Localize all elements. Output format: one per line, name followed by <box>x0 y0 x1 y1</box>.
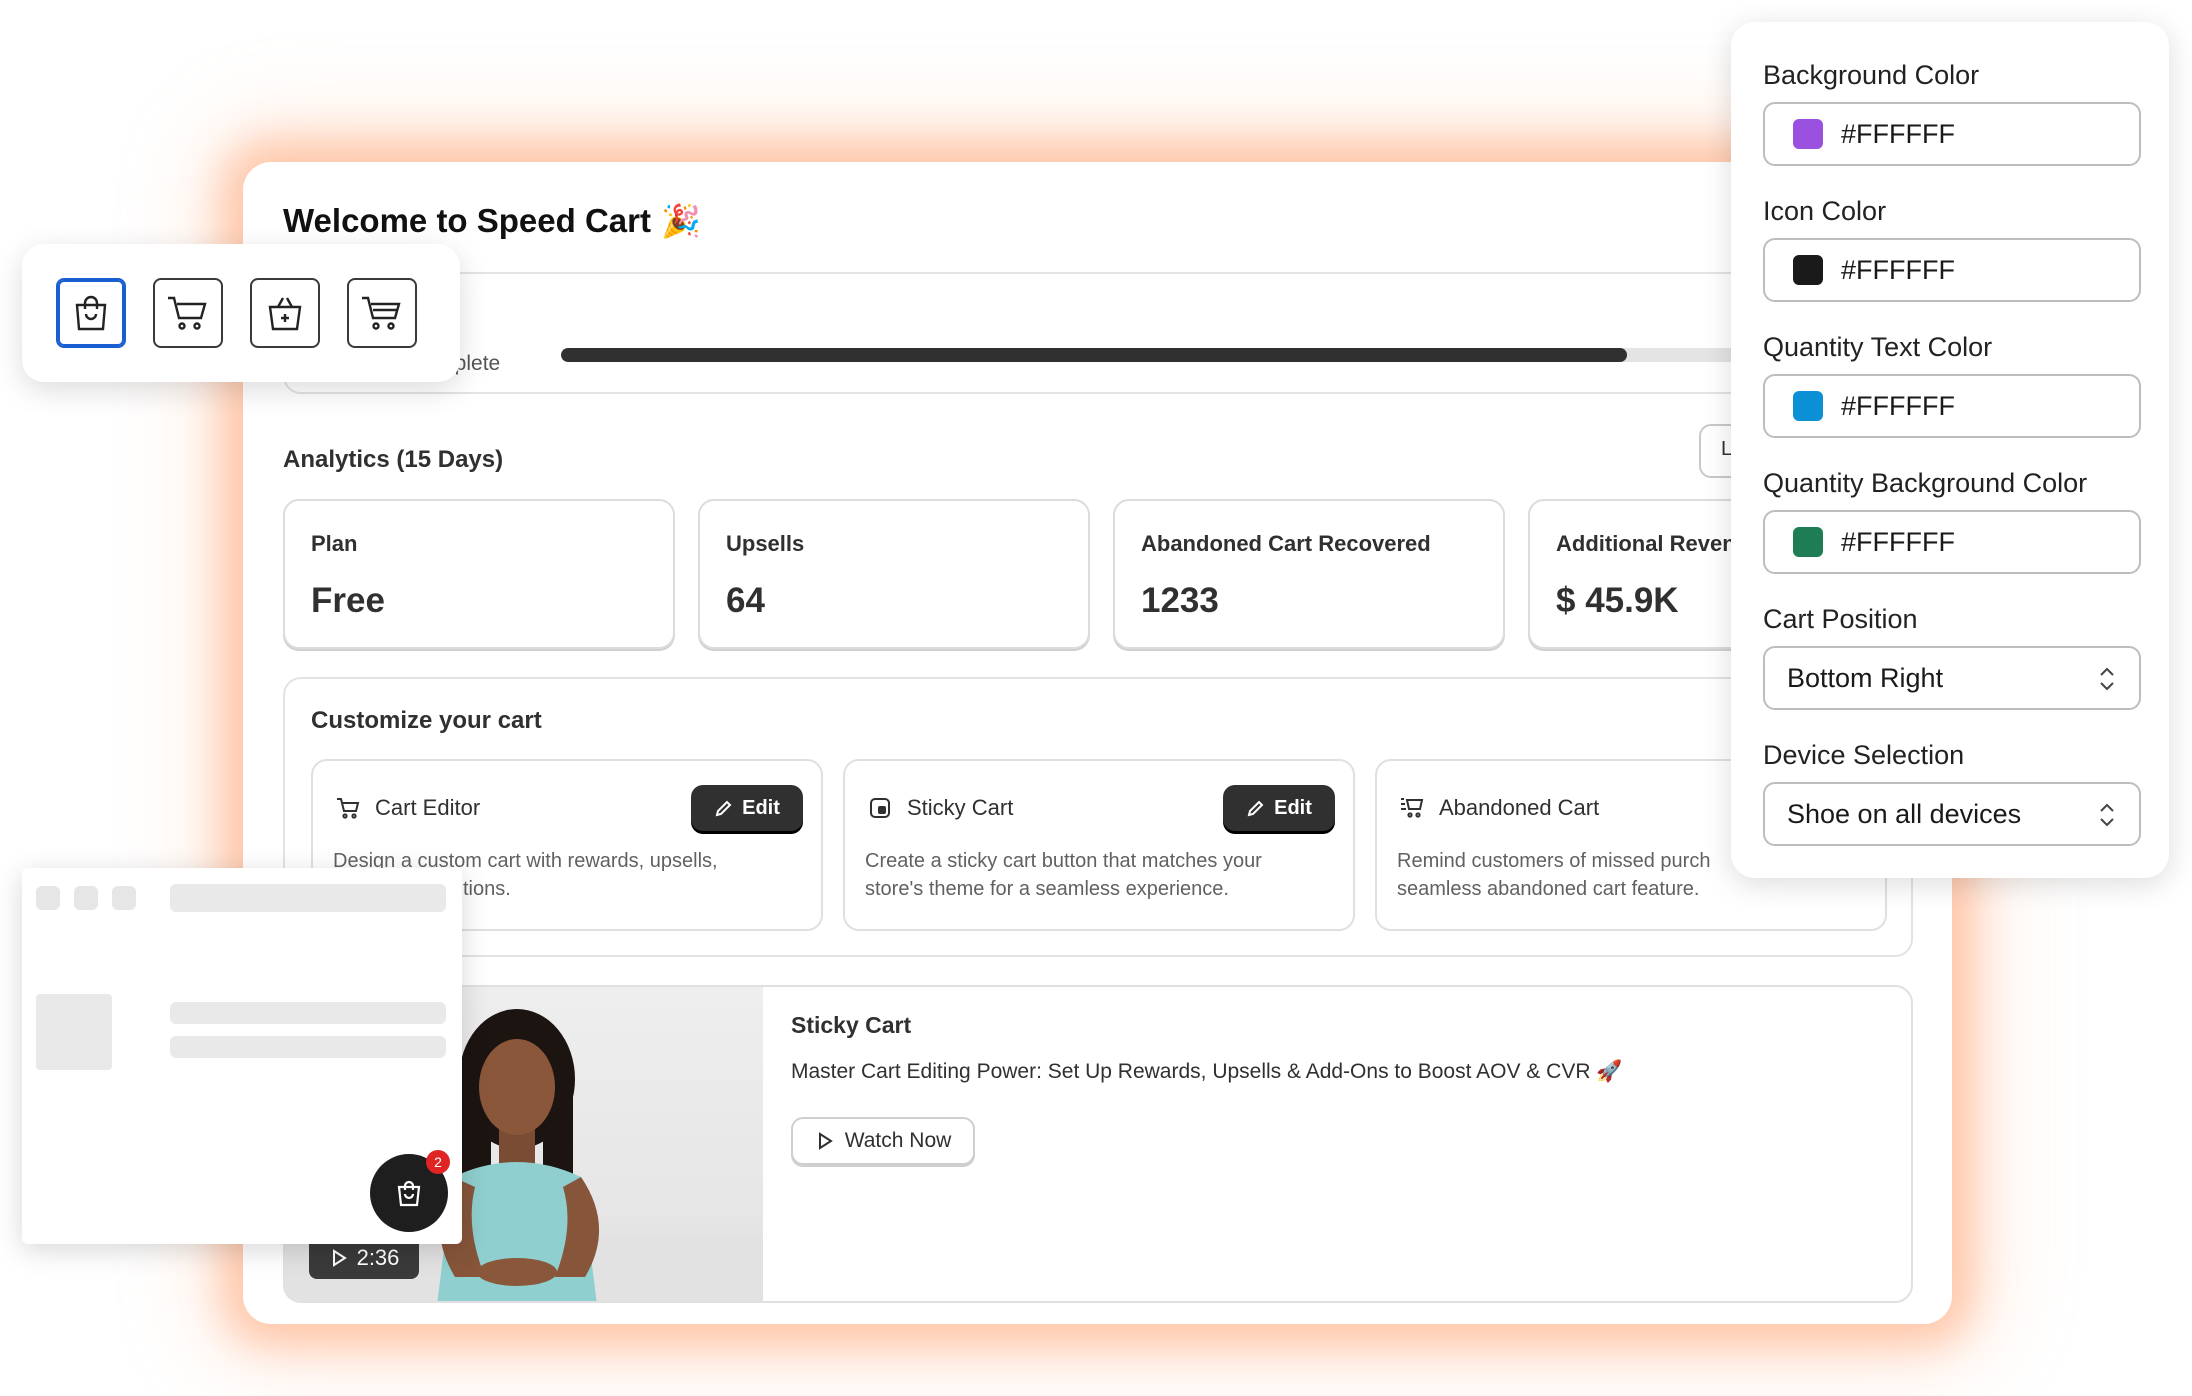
select-chevron-icon <box>2100 667 2114 691</box>
quantity-background-color-field[interactable]: #FFFFFF <box>1763 510 2141 574</box>
pencil-icon <box>1247 800 1264 817</box>
analytics-title: Analytics (15 Days) <box>283 446 504 473</box>
cart-position-value: Bottom Right <box>1787 662 1944 693</box>
select-chevron-icon <box>2100 803 2114 827</box>
quantity-text-color-label: Quantity Text Color <box>1763 332 1993 362</box>
icon-option-cart-alt[interactable] <box>347 278 417 348</box>
cart-editor-edit-button[interactable]: Edit <box>691 785 803 831</box>
video-description: Master Cart Editing Power: Set Up Reward… <box>791 1060 1623 1083</box>
setup-progress-card <box>283 272 1952 394</box>
dashboard-card: Welcome to Speed Cart 🎉 nplete Analytics… <box>243 162 1952 1324</box>
feature-card-sticky-cart: Sticky Cart Edit Create a sticky cart bu… <box>843 759 1355 931</box>
play-icon <box>332 1249 347 1267</box>
stat-card-upsells: Upsells 64 <box>698 499 1090 649</box>
pencil-icon <box>715 800 732 817</box>
welcome-title-text: Welcome to Speed Cart <box>283 202 651 239</box>
play-icon <box>818 1132 833 1150</box>
background-color-label: Background Color <box>1763 60 1980 90</box>
stat-label: Upsells <box>726 531 805 556</box>
quantity-background-color-value: #FFFFFF <box>1841 526 1955 557</box>
feature-desc-line: seamless abandoned cart feature. <box>1397 878 1700 900</box>
icon-option-bag-plus[interactable] <box>250 278 320 348</box>
icon-color-value: #FFFFFF <box>1841 254 1955 285</box>
edit-label: Edit <box>1274 796 1312 819</box>
feature-name: Abandoned Cart <box>1439 795 1600 820</box>
device-selection-label: Device Selection <box>1763 740 1965 770</box>
cart-position-select[interactable]: Bottom Right <box>1763 646 2141 710</box>
stat-label: Abandoned Cart Recovered <box>1141 531 1431 556</box>
background-color-field[interactable]: #FFFFFF <box>1763 102 2141 166</box>
icon-color-swatch[interactable] <box>1793 255 1823 285</box>
video-title: Sticky Cart <box>791 1012 912 1038</box>
stat-card-abandoned-cart-recovered: Abandoned Cart Recovered 1233 <box>1113 499 1505 649</box>
stat-value: 1233 <box>1141 581 1219 620</box>
quantity-background-color-label: Quantity Background Color <box>1763 468 2088 498</box>
skeleton-bar <box>170 884 446 912</box>
video-card: 2:36 <box>283 985 1913 1303</box>
background-color-value: #FFFFFF <box>1841 118 1955 149</box>
abandoned-cart-icon <box>1399 795 1425 821</box>
shopping-bag-icon <box>75 295 107 331</box>
customize-title: Customize your cart <box>311 707 542 734</box>
cart-position-label: Cart Position <box>1763 604 1918 634</box>
window-dot <box>112 886 136 910</box>
feature-desc-line: Create a sticky cart button that matches… <box>865 850 1262 872</box>
window-dot <box>36 886 60 910</box>
feature-desc-line: store's theme for a seamless experience. <box>865 878 1229 900</box>
quantity-background-color-swatch[interactable] <box>1793 527 1823 557</box>
stat-value: Free <box>311 581 385 620</box>
skeleton-bar <box>170 1002 446 1024</box>
sticky-cart-button[interactable]: 2 <box>370 1150 450 1232</box>
stat-card-plan: Plan Free <box>283 499 675 649</box>
icon-color-field[interactable]: #FFFFFF <box>1763 238 2141 302</box>
sticky-cart-edit-button[interactable]: Edit <box>1223 785 1335 831</box>
bag-plus-icon <box>268 297 302 331</box>
cart-icon <box>335 795 361 821</box>
storefront-preview: 2 <box>22 868 462 1244</box>
stat-value: $ 45.9K <box>1556 581 1679 620</box>
skeleton-image <box>36 994 112 1070</box>
page-title: Welcome to Speed Cart 🎉 <box>283 202 701 240</box>
cart-icon <box>168 296 207 330</box>
party-icon: 🎉 <box>660 203 701 239</box>
cart-settings-panel: Background Color #FFFFFF Icon Color #FFF… <box>1731 22 2169 878</box>
skeleton-bar <box>170 1036 446 1058</box>
feature-name: Cart Editor <box>375 795 481 820</box>
icon-color-label: Icon Color <box>1763 196 1887 226</box>
device-selection-value: Shoe on all devices <box>1787 798 2022 829</box>
cart-count-badge: 2 <box>426 1150 450 1174</box>
edit-label: Edit <box>742 796 780 819</box>
feature-description: Create a sticky cart button that matches… <box>865 847 1335 903</box>
quantity-text-color-swatch[interactable] <box>1793 391 1823 421</box>
stat-value: 64 <box>726 581 765 620</box>
quantity-text-color-value: #FFFFFF <box>1841 390 1955 421</box>
watch-now-button[interactable]: Watch Now <box>791 1117 975 1165</box>
setup-progress-fill <box>561 348 1627 362</box>
feature-name: Sticky Cart <box>907 795 1014 820</box>
device-selection-select[interactable]: Shoe on all devices <box>1763 782 2141 846</box>
watch-now-label: Watch Now <box>844 1129 952 1152</box>
cart-alt-icon <box>362 296 401 330</box>
stat-label: Additional Reven <box>1556 531 1736 556</box>
icon-option-cart[interactable] <box>153 278 223 348</box>
icon-option-shopping-bag[interactable] <box>56 278 126 348</box>
window-dot <box>74 886 98 910</box>
shopping-bag-icon <box>397 1180 421 1207</box>
background-color-swatch[interactable] <box>1793 119 1823 149</box>
cart-icon-picker <box>22 244 460 382</box>
sticky-icon <box>867 795 893 821</box>
quantity-text-color-field[interactable]: #FFFFFF <box>1763 374 2141 438</box>
duration-text: 2:36 <box>356 1245 400 1270</box>
stat-label: Plan <box>311 531 358 556</box>
